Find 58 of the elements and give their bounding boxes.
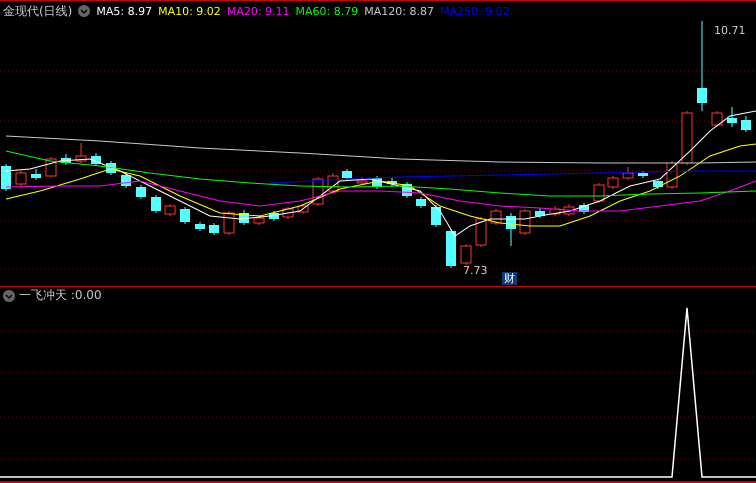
candlestick <box>387 176 397 188</box>
ma-legend-item: MA20: 9.11 <box>226 4 290 18</box>
candlestick <box>1 164 11 192</box>
candlestick <box>653 178 663 190</box>
candlestick <box>446 228 456 268</box>
candlestick <box>431 204 441 228</box>
candlestick <box>164 204 176 216</box>
candlestick <box>282 206 294 220</box>
candlestick <box>460 244 472 266</box>
candlestick <box>121 172 131 188</box>
ma-legend-item: MA10: 9.02 <box>158 4 221 18</box>
candlestick <box>712 110 722 128</box>
candlestick <box>195 222 205 232</box>
finance-badge[interactable]: 财 <box>502 272 517 285</box>
candlestick <box>506 212 516 246</box>
dropdown-icon[interactable] <box>78 5 90 17</box>
candlestick <box>16 170 26 186</box>
candlestick <box>209 222 219 236</box>
candlestick <box>416 196 426 208</box>
candlestick <box>151 194 161 214</box>
candlestick <box>727 106 737 128</box>
candlestick <box>61 154 71 166</box>
candlestick <box>31 168 41 180</box>
candlestick <box>342 168 352 180</box>
candlestick <box>46 156 56 178</box>
candlestick <box>269 210 279 222</box>
ma-legend-item: MA120: 8.87 <box>364 4 434 18</box>
dropdown-icon[interactable] <box>3 290 15 302</box>
candlestick <box>254 214 264 226</box>
high-price-label: 10.71 <box>714 24 746 37</box>
ma-legend-item: MA60: 8.79 <box>296 4 358 18</box>
candlestick <box>476 216 486 248</box>
candlestick <box>564 204 574 216</box>
candlestick <box>180 206 190 224</box>
chart-title: 金现代(日线) <box>3 2 72 20</box>
candlestick <box>622 166 634 180</box>
low-price-label: 7.73 <box>463 264 488 277</box>
ma-legend-item: MA5: 8.97 <box>96 4 152 18</box>
candlestick <box>76 142 86 164</box>
candlestick <box>91 152 101 166</box>
candlestick <box>356 176 368 186</box>
candlestick <box>224 210 234 236</box>
candlestick <box>372 176 382 190</box>
ma-legend-item: MA250: 9.02 <box>440 4 510 18</box>
candlestick <box>741 116 751 132</box>
candlestick <box>608 176 618 190</box>
candlestick <box>239 210 249 226</box>
candlestick <box>594 182 604 204</box>
candlestick <box>136 184 146 200</box>
candlestick <box>535 208 545 218</box>
indicator-title: 一飞冲天 :0.00 <box>19 287 102 304</box>
candlestick <box>550 206 560 216</box>
candlestick <box>638 170 648 178</box>
candlestick <box>579 202 589 214</box>
candlestick <box>682 110 692 166</box>
candlestick <box>298 204 308 214</box>
candlestick <box>520 208 530 236</box>
candlestick <box>106 160 116 176</box>
